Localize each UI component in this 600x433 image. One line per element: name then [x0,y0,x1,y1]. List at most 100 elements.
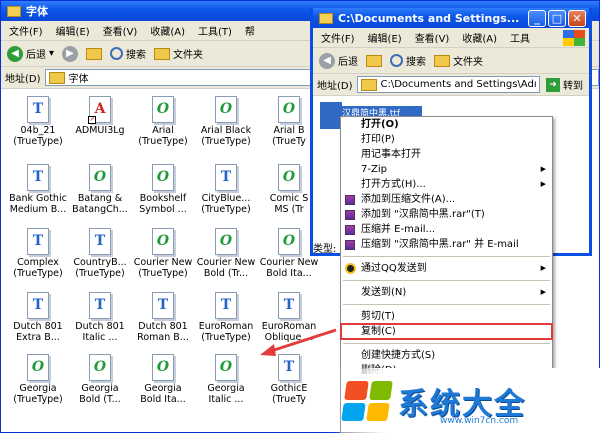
documents-window-titlebar[interactable]: C:\Documents and Settings... _ □ ✕ [313,8,589,28]
maximize-button[interactable]: □ [548,9,566,27]
context-menu-item-label: 打开(O) [361,119,399,130]
font-file-item[interactable]: T Dutch 801 Extra B... [3,292,73,343]
font-file-item[interactable]: T CityBlue... (TrueType) [191,164,261,215]
context-menu-item-label: 打开方式(H)... [361,179,426,190]
font-file-item[interactable]: O Georgia Bold Ita... [128,354,198,405]
font-file-name: Georgia (TrueType) [13,383,63,405]
font-file-item[interactable]: T Bank Gothic Medium B... [3,164,73,215]
opentype-font-icon: O [278,228,300,255]
context-menu-item-label: 压缩并 E-mail... [361,224,436,235]
folders-button[interactable]: 文件夹 [154,46,203,61]
forward-button[interactable]: ▶ [62,45,79,62]
opentype-font-icon: O [215,228,237,255]
font-file-name: CityBlue... (TrueType) [201,193,251,215]
font-file-item[interactable]: A ↗ ADMUI3Lg [65,96,135,136]
menu-separator [343,304,550,305]
adobe-font-icon: A ↗ [88,96,111,124]
font-file-name: Batang & BatangCh... [72,193,128,215]
context-menu-item[interactable]: 7-Zip ▶ [341,162,552,177]
context-menu-item[interactable]: 剪切(T) [341,309,552,324]
context-menu-item-label: 添加到 "汉鼎简中黑.rar"(T) [361,209,485,220]
font-file-item[interactable]: O Courier New Bold (Tr... [191,228,261,279]
truetype-font-icon: T [278,354,300,381]
context-menu-item[interactable]: 发送到(N) ▶ [341,285,552,300]
font-file-item[interactable]: O Georgia (TrueType) [3,354,73,405]
context-menu-item[interactable]: 打开方式(H)... ▶ [341,177,552,192]
selected-font-file-icon[interactable] [320,102,342,129]
search-label: 搜索 [406,57,426,68]
search-button[interactable]: 搜索 [110,46,146,61]
font-file-item[interactable]: T EuroRoman (TrueType) [191,292,261,343]
context-menu-item[interactable]: 打印(P) [341,132,552,147]
menu-edit[interactable]: 编辑(E) [368,30,402,45]
qq-penguin-icon [345,263,356,274]
font-file-name: Georgia Bold Ita... [140,383,186,405]
font-file-item[interactable]: T Dutch 801 Italic ... [65,292,135,343]
font-file-item[interactable]: O Courier New (TrueType) [128,228,198,279]
go-button[interactable]: ➜ 转到 [544,77,589,92]
menu-help[interactable]: 帮 [245,23,255,38]
back-button[interactable]: ◀ 后退 ▾ [7,45,54,62]
font-file-item[interactable]: O Georgia Italic ... [191,354,261,405]
context-menu-item[interactable]: 用记事本打开 [341,147,552,162]
font-file-item[interactable]: T Complex (TrueType) [3,228,73,279]
truetype-font-icon: T [215,164,237,191]
context-menu-item[interactable]: 压缩并 E-mail... [341,222,552,237]
font-file-item[interactable]: O Arial (TrueType) [128,96,198,147]
shortcut-arrow-icon: ↗ [88,116,96,124]
context-menu-item[interactable]: 添加到 "汉鼎简中黑.rar"(T) [341,207,552,222]
up-folder-button[interactable] [86,47,103,60]
search-button[interactable]: 搜索 [390,53,426,68]
font-file-item[interactable]: O Arial Black (TrueType) [191,96,261,147]
folder-icon [7,5,21,17]
context-menu-item[interactable]: 压缩到 "汉鼎简中黑.rar" 并 E-mail [341,237,552,252]
up-folder-icon [86,47,103,60]
context-menu-item-label: 发送到(N) [361,287,407,298]
back-button[interactable]: ◀ 后退 [319,52,358,69]
context-menu-item[interactable]: 创建快捷方式(S) [341,348,552,363]
menu-edit[interactable]: 编辑(E) [56,23,90,38]
menu-tools[interactable]: 工具(T) [198,23,232,38]
context-menu-item[interactable]: 添加到压缩文件(A)... [341,192,552,207]
fonts-folder-icon [48,71,65,84]
font-file-item[interactable]: T Dutch 801 Roman B... [128,292,198,343]
font-file-name: Courier New (TrueType) [133,257,193,279]
folders-button[interactable]: 文件夹 [434,53,483,68]
context-menu-item-label: 打印(P) [361,134,395,145]
up-folder-button[interactable] [366,54,382,67]
windows-logo-icon [563,29,585,46]
font-file-item[interactable]: O Georgia Bold (T... [65,354,135,405]
font-file-item[interactable]: T CountryB... (TrueType) [65,228,135,279]
menu-view[interactable]: 查看(V) [103,23,138,38]
font-file-item[interactable]: T GothicE (TrueTy [254,354,324,405]
folders-icon [434,54,450,67]
context-menu-item-label: 复制(C) [361,326,396,337]
truetype-font-icon: T [27,292,49,319]
menu-view[interactable]: 查看(V) [415,30,450,45]
menu-favorites[interactable]: 收藏(A) [462,30,497,45]
context-menu-item[interactable]: 通过QQ发送到 ▶ [341,261,552,276]
menu-file[interactable]: 文件(F) [321,30,355,45]
red-arrow-icon [260,328,337,356]
font-file-item[interactable]: O Bookshelf Symbol ... [128,164,198,215]
context-menu-item-label: 7-Zip [361,164,387,175]
folders-label: 文件夹 [173,50,204,61]
menu-favorites[interactable]: 收藏(A) [150,23,185,38]
address-field[interactable]: C:\Documents and Settings\Adı [356,76,540,93]
address-value: C:\Documents and Settings\Adı [380,79,537,90]
context-menu-item[interactable]: 打开(O) [341,117,552,132]
winrar-icon [345,210,355,220]
folders-icon [154,47,171,60]
close-button[interactable]: ✕ [568,9,586,27]
font-file-name: Arial Black (TrueType) [200,125,252,147]
opentype-font-icon: O [89,164,111,191]
minimize-button[interactable]: _ [528,9,546,27]
status-type-label: 类型: [313,244,337,255]
font-file-item[interactable]: T 04b_21 (TrueType) [3,96,73,147]
truetype-font-icon: T [27,96,49,123]
menu-tools[interactable]: 工具 [510,30,530,45]
menu-file[interactable]: 文件(F) [9,23,43,38]
winrar-icon [345,240,355,250]
context-menu-item[interactable]: 复制(C) [340,323,553,340]
font-file-item[interactable]: O Batang & BatangCh... [65,164,135,215]
